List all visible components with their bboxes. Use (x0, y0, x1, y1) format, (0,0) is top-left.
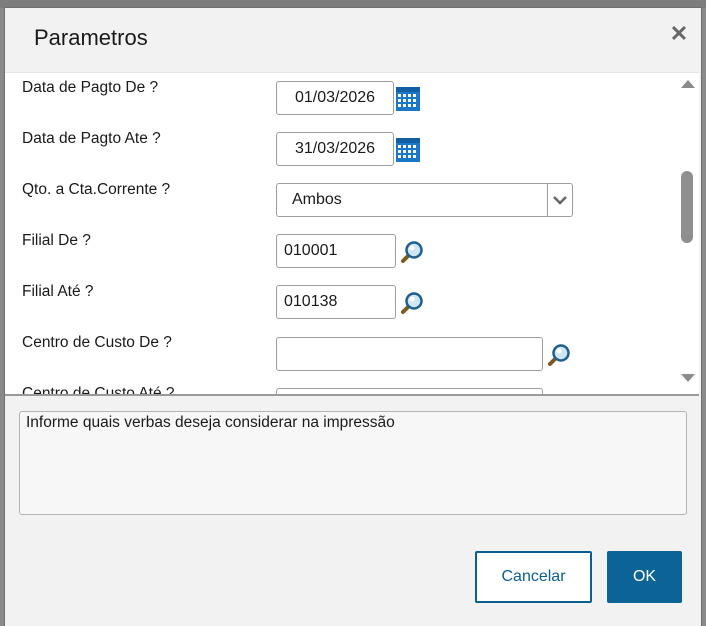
field-label: Filial De ? (22, 232, 91, 249)
select-cta-corrente[interactable]: Ambos (276, 183, 573, 217)
field-label: Data de Pagto Ate ? (22, 130, 161, 147)
dialog-header: Parametros ✕ (5, 8, 701, 72)
scrollbar-thumb[interactable] (681, 171, 693, 243)
calendar-icon[interactable] (396, 87, 420, 111)
field-label: Centro de Custo De ? (22, 334, 172, 351)
lookup-input-centro-custo-de[interactable] (276, 337, 543, 371)
field-label: Filial Até ? (22, 283, 94, 300)
lookup-input-filial-de[interactable]: 010001 (276, 234, 396, 268)
chevron-down-icon[interactable] (547, 184, 572, 216)
cancel-button[interactable]: Cancelar (475, 551, 592, 603)
help-text-box: Informe quais verbas deseja considerar n… (19, 411, 687, 515)
field-label: Data de Pagto De ? (22, 79, 159, 96)
parameters-dialog: Parametros ✕ Data de Pagto De ? 01/03/20… (4, 7, 702, 626)
vertical-scrollbar[interactable] (677, 73, 699, 394)
scroll-up-arrow-icon[interactable] (681, 80, 695, 88)
lookup-input-centro-custo-ate[interactable] (276, 388, 543, 394)
ok-button[interactable]: OK (607, 551, 682, 603)
search-icon[interactable] (399, 239, 425, 265)
select-value: Ambos (292, 191, 342, 208)
field-label: Qto. a Cta.Corrente ? (22, 181, 171, 198)
date-input-pagto-de[interactable]: 01/03/2026 (276, 81, 394, 115)
field-label: Centro de Custo Até ? (22, 385, 175, 396)
date-input-pagto-ate[interactable]: 31/03/2026 (276, 132, 394, 166)
search-icon[interactable] (399, 290, 425, 316)
parameters-form[interactable]: Data de Pagto De ? 01/03/2026 Data de Pa… (5, 72, 699, 396)
lookup-input-filial-ate[interactable]: 010138 (276, 285, 396, 319)
scroll-down-arrow-icon[interactable] (681, 374, 695, 382)
search-icon[interactable] (546, 342, 572, 368)
dialog-title: Parametros (34, 25, 148, 50)
calendar-icon[interactable] (396, 138, 420, 162)
close-icon[interactable]: ✕ (667, 22, 691, 46)
